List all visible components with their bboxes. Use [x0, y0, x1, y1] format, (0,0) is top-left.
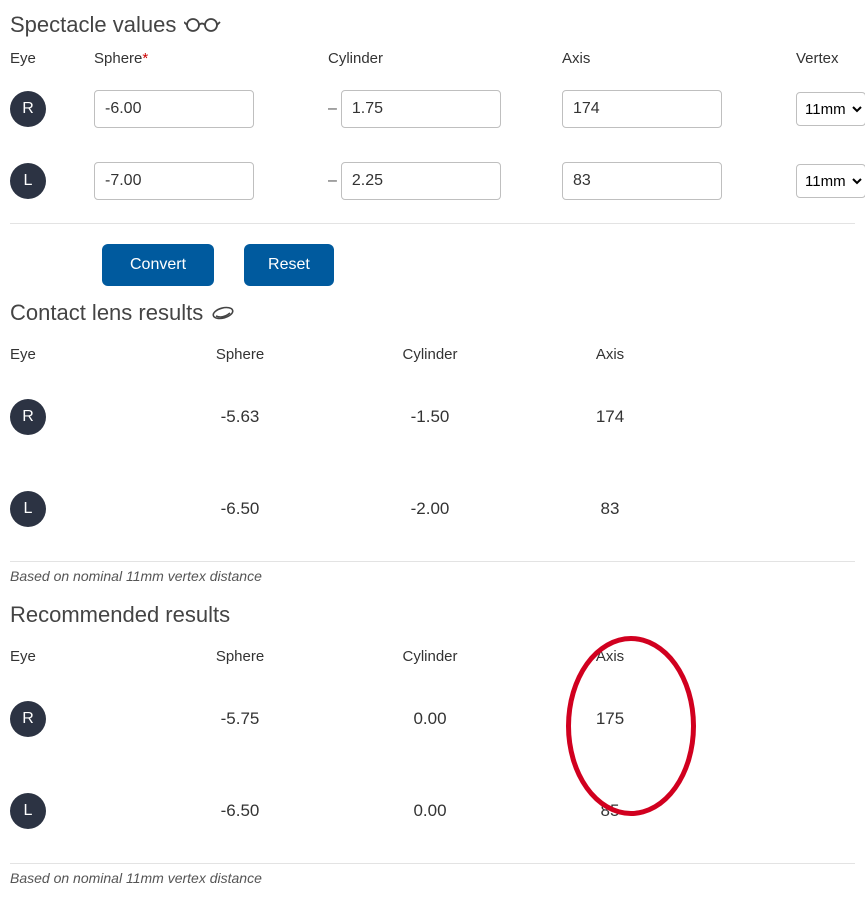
rec-col-axis: Axis [530, 640, 690, 673]
col-eye: Eye [10, 50, 90, 73]
vertex-select-r[interactable]: 11mm [796, 92, 865, 126]
col-vertex: Vertex [796, 50, 865, 73]
contact-axis-r: 174 [530, 389, 690, 445]
contact-axis-l: 83 [530, 481, 690, 537]
recommended-note: Based on nominal 11mm vertex distance [10, 870, 855, 886]
rec-eye-r: R [10, 701, 46, 737]
divider [10, 223, 855, 224]
axis-input-r[interactable] [562, 90, 722, 128]
contact-eye-l: L [10, 491, 46, 527]
rec-sphere-r: -5.75 [150, 691, 330, 747]
cyl-neg-prefix: – [328, 100, 337, 118]
cylinder-input-l[interactable] [341, 162, 501, 200]
sphere-input-r[interactable] [94, 90, 254, 128]
contact-eye-r: R [10, 399, 46, 435]
contact-sphere-r: -5.63 [150, 389, 330, 445]
rec-axis-l: 85 [530, 783, 690, 839]
eye-badge-l: L [10, 163, 46, 199]
recommended-results-wrapper: Eye Sphere Cylinder Axis R -5.75 0.00 17… [10, 640, 730, 857]
reset-button[interactable]: Reset [244, 244, 334, 286]
contact-note: Based on nominal 11mm vertex distance [10, 568, 855, 584]
vertex-select-l[interactable]: 11mm [796, 164, 865, 198]
convert-button[interactable]: Convert [102, 244, 214, 286]
cylinder-input-r[interactable] [341, 90, 501, 128]
rec-col-eye: Eye [10, 640, 150, 673]
axis-input-l[interactable] [562, 162, 722, 200]
contact-col-sphere: Sphere [150, 338, 330, 371]
sphere-input-l[interactable] [94, 162, 254, 200]
contact-section-title: Contact lens results [10, 300, 855, 326]
contact-title-text: Contact lens results [10, 300, 203, 326]
button-row: Convert Reset [10, 230, 855, 296]
glasses-icon [184, 16, 222, 34]
rec-col-sphere: Sphere [150, 640, 330, 673]
contact-col-cylinder: Cylinder [330, 338, 530, 371]
divider [10, 863, 855, 864]
recommended-title-text: Recommended results [10, 602, 230, 628]
rec-eye-l: L [10, 793, 46, 829]
lens-icon [211, 305, 235, 321]
col-axis: Axis [562, 50, 792, 73]
eye-badge-r: R [10, 91, 46, 127]
contact-col-eye: Eye [10, 338, 150, 371]
recommended-section-title: Recommended results [10, 602, 855, 628]
rec-axis-r: 175 [530, 691, 690, 747]
rec-cyl-l: 0.00 [330, 783, 530, 839]
divider [10, 561, 855, 562]
contact-col-axis: Axis [530, 338, 690, 371]
spectacle-input-grid: Eye Sphere* Cylinder Axis Vertex R – 11m… [10, 50, 855, 217]
contact-results-table: Eye Sphere Cylinder Axis R -5.63 -1.50 1… [10, 338, 710, 555]
col-sphere: Sphere* [94, 50, 324, 73]
col-cylinder: Cylinder [328, 50, 558, 73]
rec-col-cylinder: Cylinder [330, 640, 530, 673]
spectacle-section-title: Spectacle values [10, 12, 855, 38]
rec-sphere-l: -6.50 [150, 783, 330, 839]
spectacle-title-text: Spectacle values [10, 12, 176, 38]
cyl-neg-prefix: – [328, 172, 337, 190]
contact-sphere-l: -6.50 [150, 481, 330, 537]
contact-cyl-r: -1.50 [330, 389, 530, 445]
contact-cyl-l: -2.00 [330, 481, 530, 537]
rec-cyl-r: 0.00 [330, 691, 530, 747]
